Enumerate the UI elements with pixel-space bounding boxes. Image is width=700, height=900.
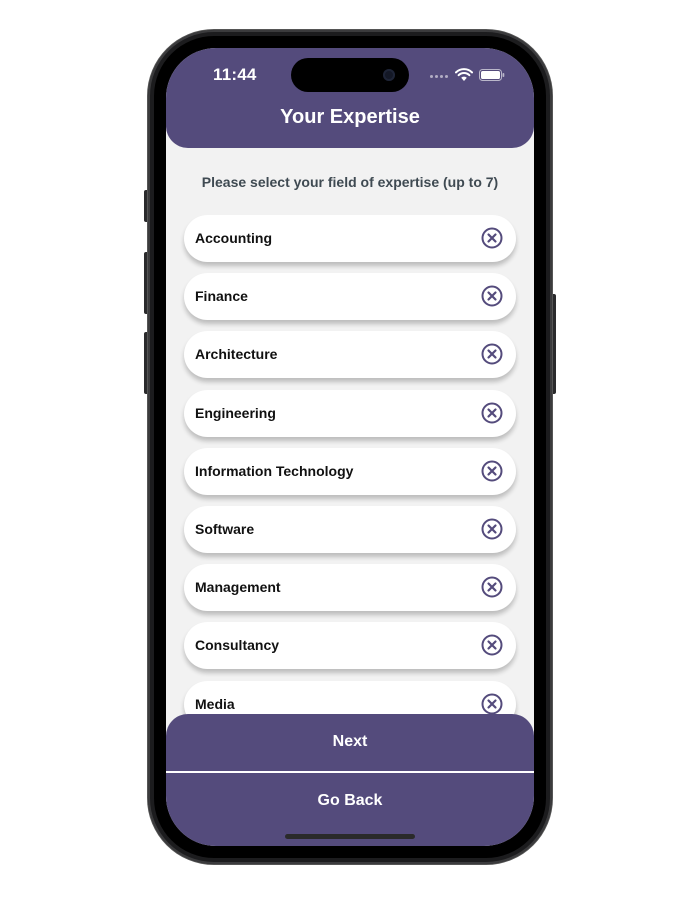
expertise-label: Architecture xyxy=(195,346,278,363)
page-title: Your Expertise xyxy=(280,106,420,128)
expertise-item: Information Technology xyxy=(184,447,516,495)
phone-frame: 11:44 Your Expertise Please select your … xyxy=(148,30,552,864)
remove-circle-x-icon[interactable] xyxy=(481,402,503,424)
battery-icon xyxy=(479,69,505,81)
expertise-label: Consultancy xyxy=(195,637,280,654)
expertise-label: Finance xyxy=(195,288,248,305)
expertise-list: Accounting Finance Architecture Engineer… xyxy=(184,215,516,739)
remove-circle-x-icon[interactable] xyxy=(481,576,503,598)
instruction-text: Please select your field of expertise (u… xyxy=(201,174,499,190)
header-bar: 11:44 Your Expertise xyxy=(166,48,534,148)
expertise-item: Consultancy xyxy=(184,622,516,670)
remove-circle-x-icon[interactable] xyxy=(481,343,503,365)
expertise-label: Accounting xyxy=(195,230,272,246)
expertise-label: Software xyxy=(195,520,255,537)
cellular-signal-icon xyxy=(430,75,448,78)
camera-icon xyxy=(383,69,395,81)
expertise-item: Finance xyxy=(184,273,516,321)
home-indicator[interactable] xyxy=(285,834,415,839)
remove-circle-x-icon[interactable] xyxy=(481,460,503,482)
expertise-item: Management xyxy=(184,564,516,612)
remove-circle-x-icon[interactable] xyxy=(481,285,503,307)
remove-circle-x-icon[interactable] xyxy=(481,634,503,656)
remove-circle-x-icon[interactable] xyxy=(481,518,503,540)
device-mockup: 11:44 Your Expertise Please select your … xyxy=(0,0,700,900)
remove-circle-x-icon[interactable] xyxy=(481,693,503,715)
wifi-icon xyxy=(455,68,473,81)
bottom-action-bar: Next Go Back xyxy=(166,714,534,846)
expertise-label: Management xyxy=(195,579,281,596)
app-screen: 11:44 Your Expertise Please select your … xyxy=(166,48,534,846)
expertise-item: Accounting xyxy=(184,215,516,262)
next-button[interactable]: Next xyxy=(166,714,534,771)
go-back-button[interactable]: Go Back xyxy=(166,773,534,830)
expertise-item: Software xyxy=(184,505,516,553)
dynamic-island xyxy=(291,58,409,92)
status-time: 11:44 xyxy=(213,65,257,84)
expertise-label: Media xyxy=(195,695,235,712)
remove-circle-x-icon[interactable] xyxy=(481,227,503,249)
expertise-item: Engineering xyxy=(184,389,516,437)
expertise-item: Architecture xyxy=(184,331,516,379)
expertise-label: Information Technology xyxy=(195,462,354,479)
expertise-label: Engineering xyxy=(195,404,276,421)
